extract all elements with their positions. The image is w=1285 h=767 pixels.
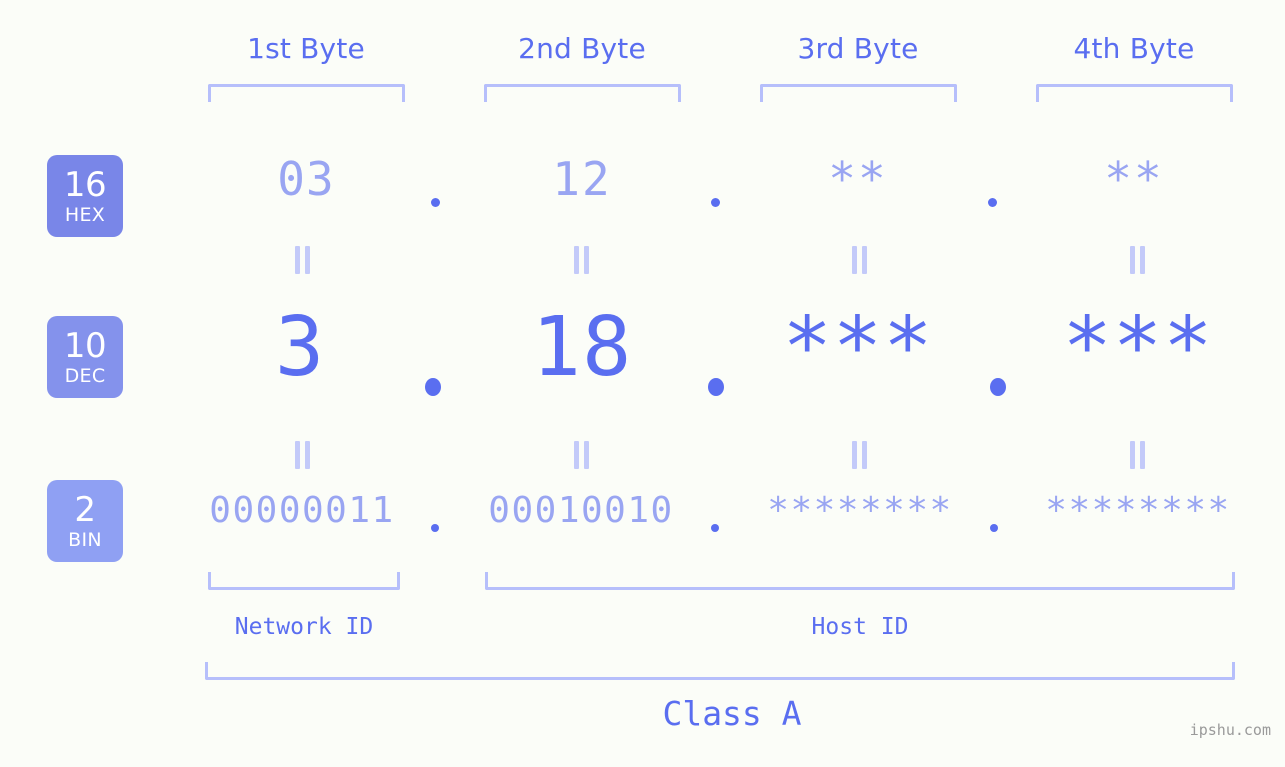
site-watermark: ipshu.com	[1189, 721, 1271, 739]
hex-octet-1: 03	[277, 152, 335, 206]
class-bracket	[205, 662, 1235, 680]
dec-octet-4: ***	[1062, 300, 1214, 395]
base-badge-dec: 10 DEC	[47, 316, 123, 398]
host-id-bracket	[485, 572, 1235, 590]
dec-separator-dot-3	[990, 378, 1006, 396]
class-label: Class A	[662, 694, 802, 733]
bin-separator-dot-3	[990, 524, 998, 532]
bin-octet-2: 00010010	[488, 490, 674, 531]
base-badge-dec-number: 10	[63, 325, 107, 366]
hex-separator-dot-2	[711, 198, 720, 207]
byte-header-3: 3rd Byte	[797, 32, 919, 65]
base-badge-dec-name: DEC	[64, 364, 106, 387]
hex-octet-3: **	[828, 152, 888, 206]
hex-octet-4: **	[1104, 152, 1164, 206]
byte-header-2: 2nd Byte	[518, 32, 646, 65]
bin-separator-dot-1	[431, 524, 439, 532]
hex-separator-dot-1	[431, 198, 440, 207]
equals-mark-hex-dec-2	[573, 246, 591, 274]
equals-mark-hex-dec-3	[851, 246, 869, 274]
hex-octet-2: 12	[552, 152, 612, 206]
host-id-label: Host ID	[811, 614, 909, 640]
byte-bracket-2	[484, 84, 681, 102]
byte-header-4: 4th Byte	[1073, 32, 1195, 65]
byte-bracket-4	[1036, 84, 1233, 102]
network-id-bracket	[208, 572, 400, 590]
base-badge-hex-name: HEX	[64, 203, 106, 226]
ip-address-breakdown-diagram: 1st Byte 2nd Byte 3rd Byte 4th Byte 16 H…	[0, 0, 1285, 767]
base-badge-bin-name: BIN	[68, 528, 102, 551]
bin-octet-3: ********	[767, 490, 953, 531]
bin-octet-1: 00000011	[209, 490, 395, 531]
equals-mark-dec-bin-2	[573, 441, 591, 469]
byte-header-1: 1st Byte	[247, 32, 365, 65]
byte-bracket-1	[208, 84, 405, 102]
equals-mark-dec-bin-4	[1129, 441, 1147, 469]
base-badge-hex: 16 HEX	[47, 155, 123, 237]
equals-mark-hex-dec-4	[1129, 246, 1147, 274]
hex-separator-dot-3	[988, 198, 997, 207]
dec-separator-dot-1	[425, 378, 441, 396]
network-id-label: Network ID	[234, 614, 374, 640]
equals-mark-hex-dec-1	[294, 246, 312, 274]
bin-separator-dot-2	[711, 524, 719, 532]
byte-bracket-3	[760, 84, 957, 102]
base-badge-hex-number: 16	[63, 164, 107, 205]
base-badge-bin-number: 2	[74, 489, 96, 530]
bin-octet-4: ********	[1045, 490, 1231, 531]
dec-separator-dot-2	[708, 378, 724, 396]
equals-mark-dec-bin-1	[294, 441, 312, 469]
dec-octet-1: 3	[274, 300, 326, 395]
dec-octet-3: ***	[782, 300, 934, 395]
equals-mark-dec-bin-3	[851, 441, 869, 469]
base-badge-bin: 2 BIN	[47, 480, 123, 562]
dec-octet-2: 18	[531, 300, 633, 395]
